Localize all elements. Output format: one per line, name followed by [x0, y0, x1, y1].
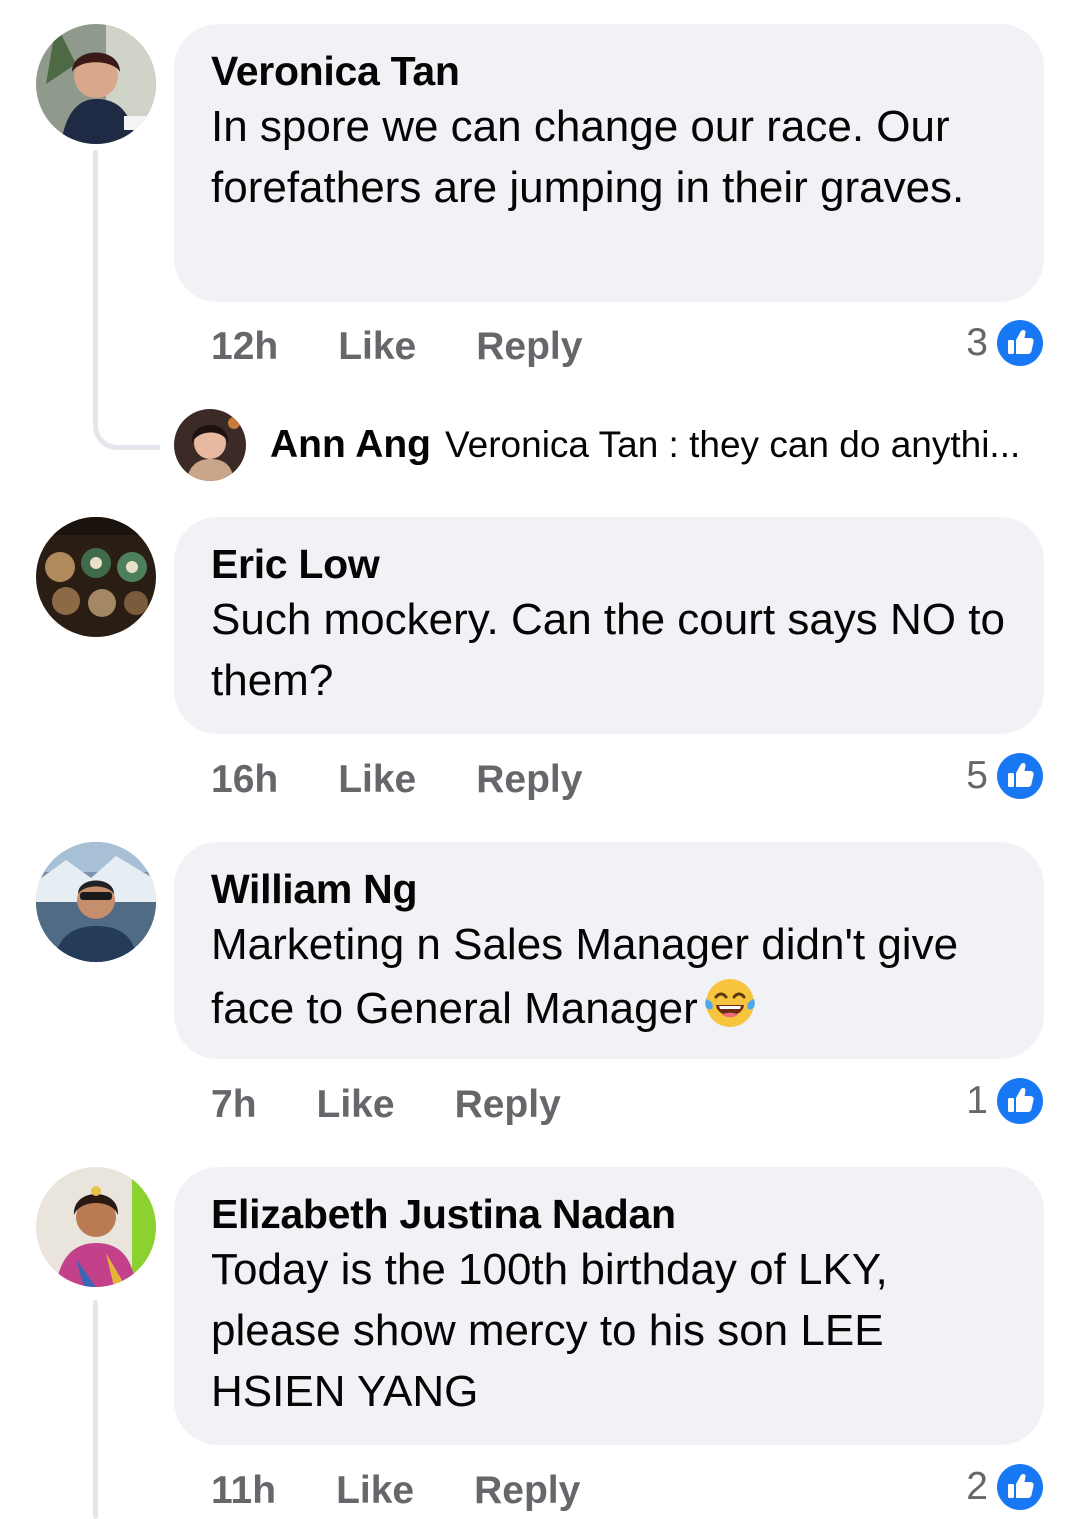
- reply-connector: [93, 395, 160, 450]
- avatar[interactable]: [36, 24, 156, 144]
- comment-text-content: Marketing n Sales Manager didn't give fa…: [211, 920, 959, 1033]
- avatar-photo: [36, 842, 156, 962]
- reaction-count: 5: [966, 754, 988, 797]
- avatar-photo: [174, 409, 246, 481]
- reply-button[interactable]: Reply: [476, 325, 582, 369]
- comment-bubble: Elizabeth Justina Nadan Today is the 100…: [174, 1167, 1044, 1445]
- thread-line: [93, 1300, 98, 1519]
- reply-text: Veronica Tan : they can do anythi...: [445, 424, 1021, 465]
- thread-line: [93, 150, 98, 400]
- like-button[interactable]: Like: [317, 1083, 395, 1127]
- comment-author[interactable]: Elizabeth Justina Nadan: [211, 1189, 1008, 1239]
- comment-actions: 11h Like Reply: [211, 1466, 640, 1516]
- reaction-count: 2: [966, 1465, 988, 1508]
- reply-button[interactable]: Reply: [476, 758, 582, 802]
- like-button[interactable]: Like: [338, 325, 416, 369]
- reaction-summary[interactable]: 5: [966, 751, 1044, 801]
- avatar-photo: [36, 517, 156, 637]
- like-thumbs-up-icon: [997, 1464, 1043, 1510]
- like-thumbs-up-icon: [997, 1078, 1043, 1124]
- comment-author[interactable]: Eric Low: [211, 539, 1008, 589]
- comment-bubble: William Ng Marketing n Sales Manager did…: [174, 842, 1044, 1059]
- comment-text: Today is the 100th birthday of LKY, plea…: [211, 1245, 888, 1416]
- comment-actions: 12h Like Reply: [211, 322, 642, 372]
- avatar[interactable]: [36, 517, 156, 637]
- reply-author[interactable]: Ann Ang: [270, 423, 431, 467]
- like-button[interactable]: Like: [338, 758, 416, 802]
- reaction-summary[interactable]: 2: [966, 1462, 1044, 1512]
- reaction-count: 3: [966, 321, 988, 364]
- avatar-photo: [36, 24, 156, 144]
- comment-bubble: Veronica Tan In spore we can change our …: [174, 24, 1044, 302]
- comment-timestamp[interactable]: 11h: [211, 1469, 276, 1513]
- reaction-count: 1: [966, 1079, 988, 1122]
- laughing-tears-emoji-icon: [704, 979, 755, 1027]
- comment-timestamp[interactable]: 16h: [211, 758, 278, 802]
- like-thumbs-up-icon: [997, 753, 1043, 799]
- comment-author[interactable]: William Ng: [211, 864, 1008, 914]
- reply-button[interactable]: Reply: [474, 1469, 580, 1513]
- comment-timestamp[interactable]: 7h: [211, 1083, 257, 1127]
- reaction-summary[interactable]: 1: [966, 1076, 1044, 1126]
- comment-actions: 16h Like Reply: [211, 755, 642, 805]
- reaction-summary[interactable]: 3: [966, 318, 1044, 368]
- comment-text: Such mockery. Can the court says NO to t…: [211, 595, 1005, 705]
- avatar[interactable]: [36, 842, 156, 962]
- comment-text: Marketing n Sales Manager didn't give fa…: [211, 914, 1008, 1039]
- reply-preview[interactable]: Ann Ang Veronica Tan : they can do anyth…: [174, 408, 1020, 482]
- avatar[interactable]: [174, 409, 246, 481]
- comment-bubble: Eric Low Such mockery. Can the court say…: [174, 517, 1044, 734]
- like-thumbs-up-icon: [997, 320, 1043, 366]
- reply-button[interactable]: Reply: [455, 1083, 561, 1127]
- avatar[interactable]: [36, 1167, 156, 1287]
- comment-actions: 7h Like Reply: [211, 1080, 621, 1130]
- comment-text: In spore we can change our race. Our for…: [211, 102, 965, 212]
- comment-author[interactable]: Veronica Tan: [211, 46, 1008, 96]
- avatar-photo: [36, 1167, 156, 1287]
- like-button[interactable]: Like: [336, 1469, 414, 1513]
- comment-timestamp[interactable]: 12h: [211, 325, 278, 369]
